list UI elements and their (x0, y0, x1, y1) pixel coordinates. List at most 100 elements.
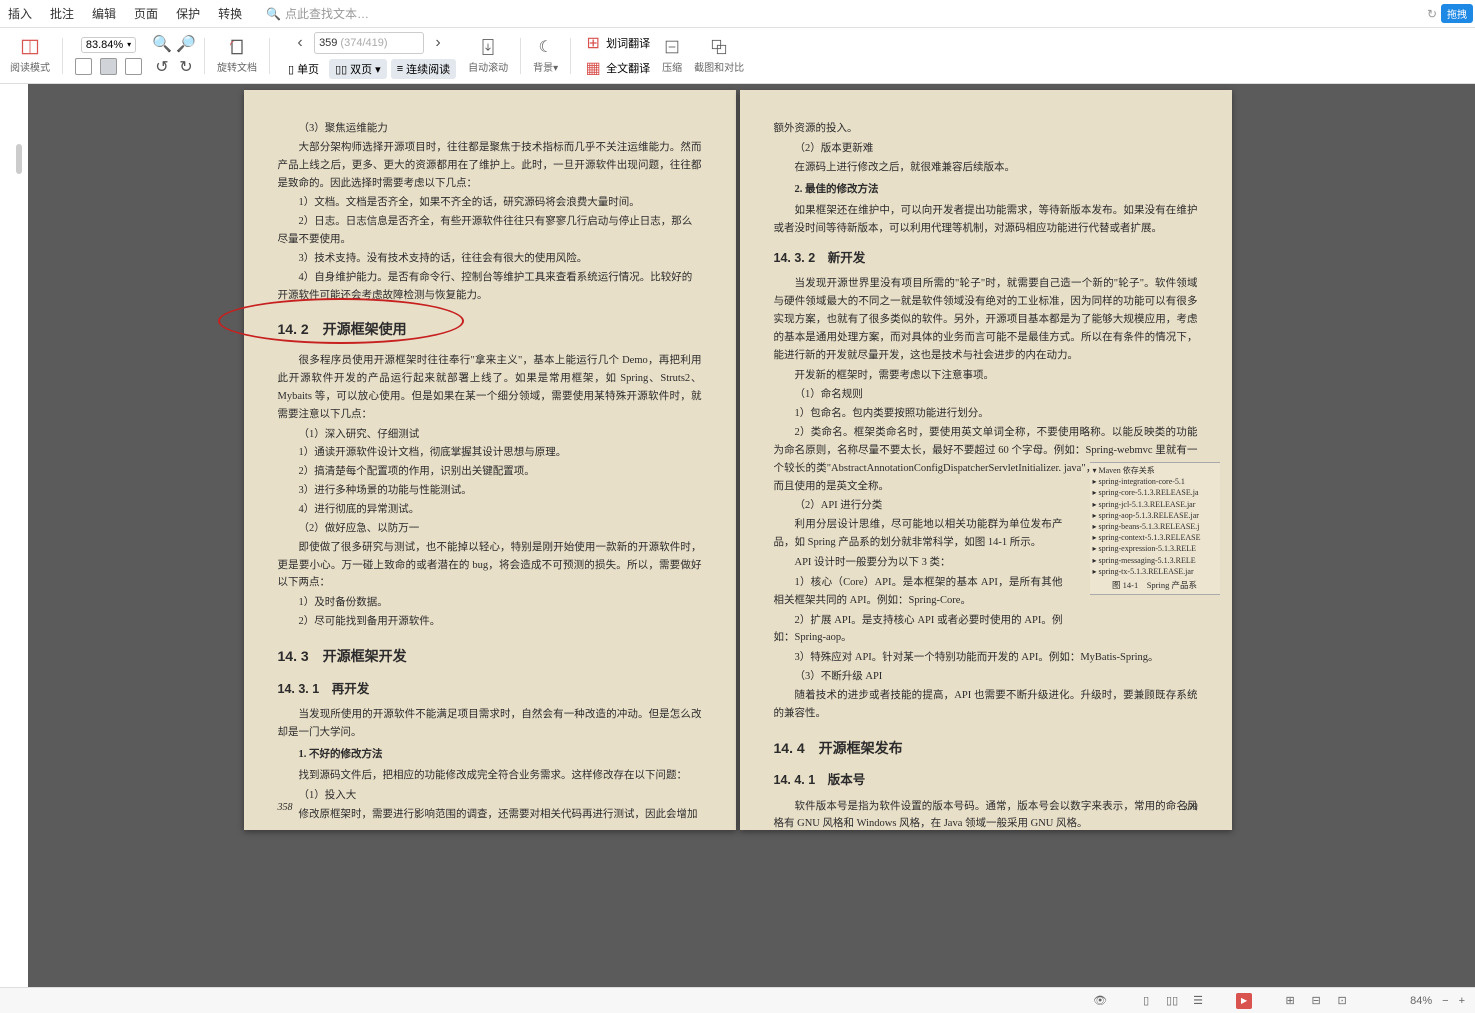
background-group[interactable]: ☾ 背景▾ (529, 37, 562, 74)
search-box[interactable]: 🔍 点此查找文本… (266, 5, 369, 22)
text: 1）及时备份数据。 (278, 594, 702, 612)
menu-page[interactable]: 页面 (134, 5, 158, 22)
layout1-icon[interactable]: ⊞ (1282, 993, 1298, 1009)
text: 软件版本号是指为软件设置的版本号码。通常，版本号会以数字来表示，常用的命名风格有… (774, 798, 1198, 834)
fig-item: ▸ spring-core-5.1.3.RELEASE.ja (1093, 487, 1217, 498)
search-placeholder: 点此查找文本… (285, 5, 369, 22)
fig-item: ▸ spring-aop-5.1.3.RELEASE.jar (1093, 510, 1217, 521)
drag-badge[interactable]: 拖拽 (1441, 4, 1473, 23)
heading-14-3-2: 14. 3. 2 新开发 (774, 248, 1198, 269)
word-trans-icon[interactable]: ⊞ (583, 33, 603, 53)
text: 2）尽可能找到备用开源软件。 (278, 613, 702, 631)
layout3-icon[interactable]: ⊡ (1334, 993, 1350, 1009)
heading-14-3: 14. 3 开源框架开发 (278, 645, 702, 669)
page-number: 358 (278, 799, 293, 816)
double-page-icon: ▯▯ (335, 63, 347, 76)
double-page-btn[interactable]: ▯▯双页▾ (329, 59, 387, 79)
text: 1）包命名。包内类要按照功能进行划分。 (774, 405, 1198, 423)
reset-icon[interactable]: ↺ (152, 57, 172, 77)
menu-insert[interactable]: 插入 (8, 5, 32, 22)
total-pages: (374/419) (340, 37, 387, 49)
status-zoom[interactable]: 84% (1410, 995, 1432, 1007)
prev-page-icon[interactable]: ‹ (290, 33, 310, 53)
zoom-minus-icon[interactable]: − (1442, 995, 1448, 1007)
view-single-icon[interactable]: ▯ (1138, 993, 1154, 1009)
play-icon[interactable]: ▶ (1236, 993, 1252, 1009)
full-trans-btn[interactable]: 全文翻译 (606, 60, 650, 76)
text: 即使做了很多研究与测试，也不能掉以轻心，特别是刚开始使用一款新的开源软件时，更是… (278, 539, 702, 593)
text: 随着技术的进步或者技能的提高，API 也需要不断升级进化。升级时，要兼顾既存系统… (774, 687, 1198, 723)
menu-protect[interactable]: 保护 (176, 5, 200, 22)
crop-compare-group[interactable]: 截图和对比 (690, 37, 748, 74)
continuous-btn[interactable]: ≡连续阅读 (391, 59, 456, 79)
text: 大部分架构师选择开源项目时，往往都是聚焦于技术指标而几乎不关注运维能力。然而产品… (278, 139, 702, 193)
figure-14-1: ▾ Maven 依存关系 ▸ spring-integration-core-5… (1090, 462, 1220, 595)
read-mode-label: 阅读模式 (10, 59, 50, 74)
fig-item: ▸ spring-integration-core-5.1 (1093, 476, 1217, 487)
eye-icon[interactable]: 👁 (1092, 993, 1108, 1009)
compress-label: 压缩 (662, 59, 682, 74)
separator (204, 38, 205, 74)
view-continuous-icon[interactable]: ☰ (1190, 993, 1206, 1009)
separator (570, 38, 571, 74)
text: 额外资源的投入。 (774, 120, 1198, 138)
text: 2）扩展 API。是支持核心 API 或者必要时使用的 API。例如：Sprin… (774, 612, 1198, 648)
fig-item: ▸ spring-messaging-5.1.3.RELE (1093, 555, 1217, 566)
scroll-thumb[interactable] (16, 144, 22, 174)
fit-page-icon[interactable] (100, 58, 117, 75)
text: （1）命名规则 (774, 386, 1198, 404)
redo-icon[interactable]: ↻ (176, 57, 196, 77)
refresh-icon[interactable]: ↻ (1427, 7, 1437, 21)
background-label: 背景▾ (533, 59, 558, 74)
menu-edit[interactable]: 编辑 (92, 5, 116, 22)
text: 4）自身维护能力。是否有命令行、控制台等维护工具来查看系统运行情况。比较好的开源… (278, 269, 702, 305)
chevron-down-icon: ▾ (127, 40, 131, 49)
compress-icon (662, 37, 682, 57)
next-page-icon[interactable]: › (428, 33, 448, 53)
actual-size-icon[interactable] (125, 58, 142, 75)
single-page-icon: ▯ (288, 63, 294, 76)
separator (269, 38, 270, 74)
fig-caption: 图 14-1 Spring 产品系 (1093, 580, 1217, 592)
document-viewport[interactable]: （3）聚焦运维能力 大部分架构师选择开源项目时，往往都是聚焦于技术指标而几乎不关… (0, 84, 1475, 987)
read-mode-group[interactable]: 阅读模式 (6, 37, 54, 74)
auto-scroll-label: 自动滚动 (468, 59, 508, 74)
rotate-icon (227, 37, 247, 57)
fig-item: ▸ spring-jcl-5.1.3.RELEASE.jar (1093, 499, 1217, 510)
page-left: （3）聚焦运维能力 大部分架构师选择开源项目时，往往都是聚焦于技术指标而几乎不关… (244, 90, 736, 830)
menu-bar: 插入 批注 编辑 页面 保护 转换 🔍 点此查找文本… ↻ ∞ (0, 0, 1475, 28)
auto-scroll-group[interactable]: 自动滚动 (464, 37, 512, 74)
rotate-group[interactable]: 旋转文档 (213, 37, 261, 74)
page-number: 359 (1183, 799, 1198, 816)
text: 当发现开源世界里没有项目所需的"轮子"时，就需要自己造一个新的"轮子"。软件领域… (774, 275, 1198, 364)
compress-group[interactable]: 压缩 (658, 37, 686, 74)
menu-annotate[interactable]: 批注 (50, 5, 74, 22)
word-trans-btn[interactable]: 划词翻译 (606, 35, 650, 51)
auto-scroll-icon (478, 37, 498, 57)
zoom-out-icon[interactable]: 🔍 (152, 34, 172, 54)
text: （3）不断升级 API (774, 668, 1198, 686)
menu-convert[interactable]: 转换 (218, 5, 242, 22)
crop-compare-label: 截图和对比 (694, 59, 744, 74)
page-number-input[interactable]: 359 (374/419) (314, 32, 424, 54)
text: 1）文档。文档是否齐全，如果不齐全的话，研究源码将会浪费大量时间。 (278, 194, 702, 212)
zoom-combo[interactable]: 83.84% ▾ (81, 37, 136, 53)
text: 1. 不好的修改方法 (278, 746, 702, 764)
fit-width-icon[interactable] (75, 58, 92, 75)
separator (520, 38, 521, 74)
view-double-icon[interactable]: ▯▯ (1164, 993, 1180, 1009)
fig-item: ▸ spring-tx-5.1.3.RELEASE.jar (1093, 566, 1217, 577)
zoom-plus-icon[interactable]: + (1459, 995, 1465, 1007)
continuous-icon: ≡ (397, 63, 403, 75)
text: 3）技术支持。没有技术支持的话，往往会有很大的使用风险。 (278, 250, 702, 268)
fig-item: ▸ spring-beans-5.1.3.RELEASE.j (1093, 521, 1217, 532)
text: 如果框架还在维护中，可以向开发者提出功能需求，等待新版本发布。如果没有在维护或者… (774, 202, 1198, 238)
zoom-in-icon[interactable]: 🔎 (176, 34, 196, 54)
current-page: 359 (319, 37, 337, 49)
full-trans-icon[interactable]: ▦ (583, 58, 603, 78)
text: 当发现所使用的开源软件不能满足项目需求时，自然会有一种改造的冲动。但是怎么改却是… (278, 706, 702, 742)
text: 1）通读开源软件设计文档，彻底掌握其设计思想与原理。 (278, 444, 702, 462)
layout2-icon[interactable]: ⊟ (1308, 993, 1324, 1009)
single-page-btn[interactable]: ▯单页 (282, 59, 325, 79)
text: 很多程序员使用开源框架时往往奉行"拿来主义"，基本上能运行几个 Demo，再把利… (278, 352, 702, 423)
